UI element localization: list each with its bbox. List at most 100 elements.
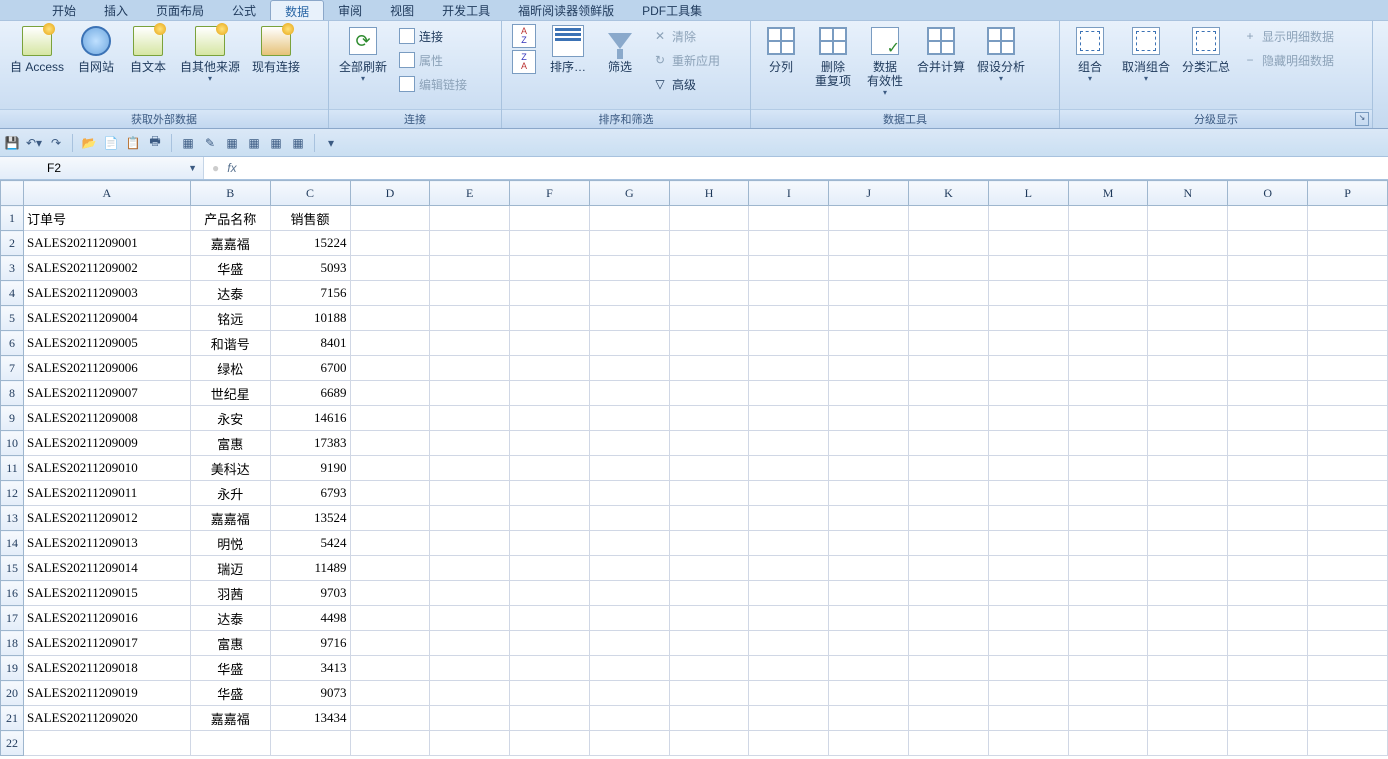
cell[interactable] — [589, 281, 669, 306]
cell[interactable]: 世纪星 — [190, 381, 270, 406]
connections-button[interactable]: 连接 — [395, 25, 471, 47]
from-text-button[interactable]: 自文本 — [124, 23, 172, 76]
cell[interactable] — [430, 631, 510, 656]
cell[interactable] — [1228, 681, 1308, 706]
row-header[interactable]: 22 — [1, 731, 24, 756]
cell[interactable]: SALES20211209020 — [23, 706, 190, 731]
cell[interactable] — [1068, 506, 1148, 531]
cell[interactable]: SALES20211209016 — [23, 606, 190, 631]
cell[interactable]: 销售额 — [270, 206, 350, 231]
cell[interactable] — [350, 456, 430, 481]
cell[interactable] — [749, 556, 829, 581]
col-header[interactable]: L — [988, 181, 1068, 206]
col-header[interactable]: N — [1148, 181, 1228, 206]
cell[interactable] — [1308, 256, 1388, 281]
cell[interactable] — [829, 681, 909, 706]
col-header[interactable]: O — [1228, 181, 1308, 206]
cell[interactable] — [1068, 581, 1148, 606]
cell[interactable] — [430, 606, 510, 631]
cell[interactable] — [1228, 381, 1308, 406]
cell[interactable]: 5093 — [270, 256, 350, 281]
cell[interactable] — [1148, 731, 1228, 756]
cell[interactable] — [1308, 481, 1388, 506]
cell[interactable] — [510, 381, 590, 406]
cell[interactable]: SALES20211209015 — [23, 581, 190, 606]
cell[interactable] — [510, 556, 590, 581]
cell[interactable] — [1148, 681, 1228, 706]
cell[interactable] — [510, 481, 590, 506]
cell[interactable] — [749, 606, 829, 631]
cell[interactable]: 14616 — [270, 406, 350, 431]
refresh-all-button[interactable]: ⟳全部刷新▾ — [335, 23, 391, 85]
row-header[interactable]: 13 — [1, 506, 24, 531]
cell[interactable]: 9703 — [270, 581, 350, 606]
cell[interactable] — [1148, 381, 1228, 406]
cell[interactable] — [1228, 256, 1308, 281]
cell[interactable] — [510, 656, 590, 681]
col-header[interactable]: K — [909, 181, 989, 206]
cell[interactable] — [510, 731, 590, 756]
cell[interactable]: 10188 — [270, 306, 350, 331]
col-header[interactable]: P — [1308, 181, 1388, 206]
row-header[interactable]: 10 — [1, 431, 24, 456]
cell[interactable] — [1228, 456, 1308, 481]
cell[interactable] — [350, 581, 430, 606]
cell[interactable] — [1228, 281, 1308, 306]
cell[interactable] — [510, 681, 590, 706]
cell[interactable] — [1228, 306, 1308, 331]
cell[interactable] — [589, 256, 669, 281]
cell[interactable]: 5424 — [270, 531, 350, 556]
cell[interactable] — [1068, 606, 1148, 631]
row-header[interactable]: 9 — [1, 406, 24, 431]
cell[interactable] — [829, 656, 909, 681]
cell[interactable] — [1068, 481, 1148, 506]
col-header[interactable]: G — [589, 181, 669, 206]
cell[interactable] — [988, 306, 1068, 331]
undo-icon[interactable]: ↶▾ — [26, 135, 42, 151]
cell[interactable]: 6700 — [270, 356, 350, 381]
cell[interactable] — [829, 306, 909, 331]
row-header[interactable]: 3 — [1, 256, 24, 281]
cell[interactable] — [988, 631, 1068, 656]
row-header[interactable]: 20 — [1, 681, 24, 706]
cell[interactable] — [1308, 556, 1388, 581]
cell[interactable] — [829, 731, 909, 756]
row-header[interactable]: 16 — [1, 581, 24, 606]
cell[interactable] — [1068, 531, 1148, 556]
cell[interactable] — [350, 406, 430, 431]
redo-icon[interactable]: ↷ — [48, 135, 64, 151]
cell[interactable]: 永升 — [190, 481, 270, 506]
cell[interactable]: 嘉嘉福 — [190, 506, 270, 531]
cell[interactable]: SALES20211209007 — [23, 381, 190, 406]
cell[interactable]: 华盛 — [190, 681, 270, 706]
cell[interactable] — [589, 531, 669, 556]
cell[interactable]: SALES20211209005 — [23, 331, 190, 356]
cell[interactable] — [1308, 706, 1388, 731]
cell[interactable] — [988, 356, 1068, 381]
group-button[interactable]: 组合▾ — [1066, 23, 1114, 85]
cell[interactable]: 3413 — [270, 656, 350, 681]
cell[interactable] — [1228, 631, 1308, 656]
cell[interactable]: 订单号 — [23, 206, 190, 231]
cell[interactable] — [1148, 531, 1228, 556]
cell[interactable] — [829, 356, 909, 381]
cell[interactable] — [1228, 331, 1308, 356]
cell[interactable]: SALES20211209002 — [23, 256, 190, 281]
subtotal-button[interactable]: 分类汇总 — [1178, 23, 1234, 76]
cell[interactable] — [829, 606, 909, 631]
cell[interactable] — [510, 406, 590, 431]
cell[interactable] — [350, 556, 430, 581]
from-other-button[interactable]: 自其他来源▾ — [176, 23, 244, 85]
tab-开始[interactable]: 开始 — [38, 0, 90, 20]
cell[interactable]: SALES20211209017 — [23, 631, 190, 656]
cell[interactable] — [350, 231, 430, 256]
cell[interactable] — [350, 606, 430, 631]
cell[interactable] — [669, 531, 749, 556]
sort-desc-button[interactable]: ZA — [508, 51, 540, 73]
formula-input[interactable] — [245, 157, 1388, 179]
cell[interactable] — [749, 306, 829, 331]
cell[interactable] — [1228, 431, 1308, 456]
cell[interactable] — [430, 456, 510, 481]
row-header[interactable]: 6 — [1, 331, 24, 356]
cell[interactable] — [988, 456, 1068, 481]
